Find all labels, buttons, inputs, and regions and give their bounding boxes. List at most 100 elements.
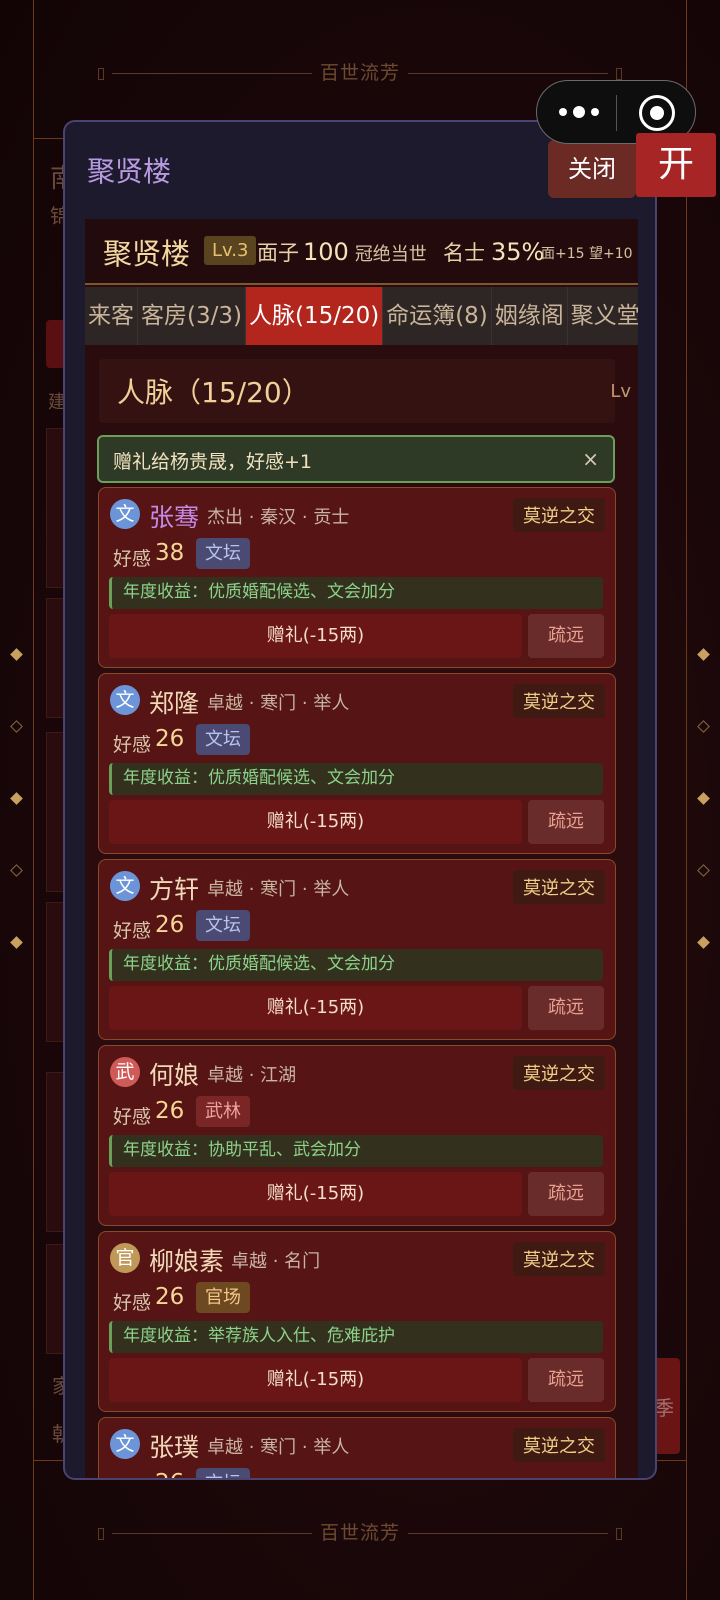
- contact-name: 张璞: [149, 1433, 200, 1462]
- tab-0[interactable]: 来客: [85, 287, 138, 345]
- gift-button[interactable]: 赠礼(-15两): [109, 1358, 522, 1402]
- avatar-badge: 文: [110, 685, 140, 715]
- annual-income: 年度收益：协助平乱、武会加分: [109, 1135, 603, 1167]
- contact-meta: 杰出 · 秦汉 · 贡士: [207, 507, 350, 528]
- building-level-badge: Lv.3: [204, 236, 257, 265]
- bond-badge: 莫逆之交: [513, 498, 605, 532]
- scholar-label: 名士: [443, 241, 485, 265]
- capsule-divider: [616, 95, 617, 131]
- bond-badge: 莫逆之交: [513, 870, 605, 904]
- ornament-diamond: [10, 864, 23, 877]
- toast-close-button[interactable]: ×: [582, 447, 599, 471]
- contact-card: 文张骞 杰出 · 秦汉 · 贡士 莫逆之交好感 38 文坛年度收益：优质婚配候选、文会加…: [98, 487, 616, 668]
- tab-bar: 来客 客房(3/3) 人脉(15/20) 命运簿(8) 姻缘阁 聚义堂: [85, 287, 638, 345]
- favor-label: 好感: [113, 1106, 152, 1128]
- face-rank: 冠绝当世: [354, 244, 427, 265]
- distance-button[interactable]: 疏远: [528, 1358, 604, 1402]
- avatar-badge: 武: [110, 1057, 140, 1087]
- favor-value: 38: [155, 540, 185, 566]
- building-header: 聚贤楼 Lv.3 面子 100 冠绝当世 名士 35% 面+15 望+10: [85, 219, 638, 285]
- section-level: Lv: [610, 381, 631, 402]
- contact-name: 张骞: [149, 503, 200, 532]
- contact-name: 方轩: [149, 875, 200, 904]
- annual-income: 年度收益：优质婚配候选、文会加分: [109, 577, 603, 609]
- annual-income: 年度收益：举荐族人入仕、危难庇护: [109, 1321, 603, 1353]
- face-value: 100: [303, 238, 349, 266]
- gift-button[interactable]: 赠礼(-15两): [109, 1172, 522, 1216]
- building-name: 聚贤楼: [103, 237, 191, 271]
- scholar-value: 35%: [491, 238, 545, 266]
- favor-value: 26: [155, 1470, 184, 1478]
- ornament-diamond: [10, 648, 23, 661]
- ornament-diamond: [697, 864, 710, 877]
- favor-value: 26: [155, 1098, 185, 1124]
- favor-label: 好感: [113, 1292, 152, 1314]
- section-header: 人脉（15/20） Lv: [99, 359, 631, 423]
- scholar-stat: 名士 35%: [443, 237, 544, 267]
- more-dots-icon[interactable]: [559, 105, 603, 121]
- bonus-text: 面+15 望+10: [541, 246, 633, 262]
- gift-toast: 赠礼给杨贵晟，好感+1 ×: [97, 435, 615, 483]
- favor-value: 26: [155, 726, 185, 752]
- distance-button[interactable]: 疏远: [528, 614, 604, 658]
- toast-message: 赠礼给杨贵晟，好感+1: [113, 451, 313, 473]
- contact-name: 何娘: [149, 1061, 200, 1090]
- gift-button[interactable]: 赠礼(-15两): [109, 614, 522, 658]
- contact-card: 文郑隆 卓越 · 寒门 · 举人 莫逆之交 好感 26 文坛 年度收益：优质婚配候选、文会加…: [98, 673, 616, 854]
- distance-button[interactable]: 疏远: [528, 986, 604, 1030]
- favor-label: 好感: [113, 920, 152, 942]
- tab-2[interactable]: 人脉(15/20): [245, 287, 384, 345]
- circle-tag: 官场: [196, 1282, 250, 1313]
- avatar-badge: 文: [110, 871, 140, 901]
- close-button[interactable]: 关闭: [548, 140, 636, 198]
- annual-income: 年度收益：优质婚配候选、文会加分: [109, 763, 603, 795]
- gift-button[interactable]: 赠礼(-15两): [109, 800, 522, 844]
- gift-button[interactable]: 赠礼(-15两): [109, 986, 522, 1030]
- ornament-diamond: [697, 648, 710, 661]
- avatar-badge: 官: [110, 1243, 140, 1273]
- tab-3[interactable]: 命运簿(8): [383, 287, 492, 345]
- contact-meta: 卓越 · 名门: [231, 1251, 321, 1272]
- favor-value: 26: [155, 1284, 185, 1310]
- avatar-badge: 文: [110, 499, 140, 529]
- favor-value: 26: [155, 912, 185, 938]
- circle-tag: 文坛: [196, 1468, 250, 1478]
- frame-line-right: [686, 0, 687, 1600]
- contact-meta: 卓越 · 寒门 · 举人: [207, 879, 350, 900]
- section-title: 人脉（15/20）: [117, 376, 310, 409]
- face-label: 面子: [257, 241, 299, 265]
- modal-title: 聚贤楼: [87, 155, 172, 188]
- frame-line-left: [33, 0, 34, 1600]
- contact-card: 武何娘 卓越 · 江湖 莫逆之交好感 26 武林年度收益：协助平乱、武会加分赠礼(-15…: [98, 1045, 616, 1226]
- face-stat: 面子 100 冠绝当世: [257, 237, 427, 267]
- open-button[interactable]: 开: [636, 133, 716, 197]
- ornament-diamond: [10, 936, 23, 949]
- tab-1[interactable]: 客房(3/3): [138, 287, 246, 345]
- contact-name: 柳娘素: [149, 1247, 225, 1276]
- contact-card: 文方轩 卓越 · 寒门 · 举人 莫逆之交 好感 26 文坛 年度收益：优质婚配候选、文会加…: [98, 859, 616, 1040]
- annual-income: 年度收益：优质婚配候选、文会加分: [109, 949, 603, 981]
- frame-title-bottom-text: 百世流芳: [319, 1522, 400, 1544]
- circle-tag: 文坛: [196, 538, 250, 569]
- ornament-diamond: [697, 936, 710, 949]
- favor-label: 好感: [113, 548, 152, 570]
- ornament-diamond: [10, 792, 23, 805]
- circle-tag: 文坛: [196, 724, 250, 755]
- circle-tag: 武林: [196, 1096, 250, 1127]
- contact-meta: 卓越 · 江湖: [207, 1065, 297, 1086]
- juxianlou-modal: 聚贤楼 聚贤楼 Lv.3 面子 100 冠绝当世 名士 35% 面+15 望+10 来…: [63, 120, 657, 1480]
- tab-5[interactable]: 聚义堂: [567, 287, 638, 345]
- avatar-badge: 文: [110, 1429, 140, 1459]
- tab-4[interactable]: 姻缘阁: [491, 287, 568, 345]
- frame-title-bottom: 百世流芳: [0, 1518, 720, 1545]
- bond-badge: 莫逆之交: [513, 1056, 605, 1090]
- ornament-diamond: [697, 792, 710, 805]
- ornament-diamond: [697, 720, 710, 733]
- distance-button[interactable]: 疏远: [528, 800, 604, 844]
- target-icon[interactable]: [639, 95, 675, 131]
- bond-badge: 莫逆之交: [513, 1242, 605, 1276]
- contact-meta: 卓越 · 寒门 · 举人: [207, 693, 350, 714]
- distance-button[interactable]: 疏远: [528, 1172, 604, 1216]
- bg-text: 季: [654, 1396, 674, 1420]
- bond-badge: 莫逆之交: [513, 684, 605, 718]
